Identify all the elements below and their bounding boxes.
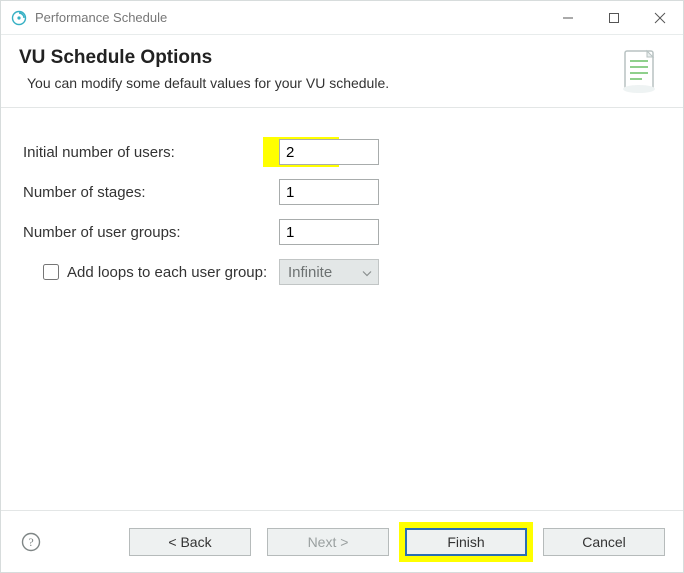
loops-label: Add loops to each user group: — [67, 264, 279, 281]
button-bar: ? < Back Next > Finish Cancel — [1, 510, 683, 572]
header-text-block: VU Schedule Options You can modify some … — [19, 47, 607, 91]
page-heading: VU Schedule Options — [19, 47, 607, 69]
window-title: Performance Schedule — [35, 10, 167, 25]
schedule-doc-icon — [617, 47, 665, 95]
row-initial-users: Initial number of users: — [19, 132, 665, 172]
maximize-button[interactable] — [591, 1, 637, 35]
back-button[interactable]: < Back — [129, 528, 251, 556]
initial-users-input-wrap — [279, 139, 379, 165]
finish-button[interactable]: Finish — [405, 528, 527, 556]
groups-label: Number of user groups: — [19, 224, 279, 241]
next-button-label: Next > — [308, 534, 349, 550]
row-groups: Number of user groups: — [19, 212, 665, 252]
loops-select-value: Infinite — [288, 264, 332, 281]
stages-label: Number of stages: — [19, 184, 279, 201]
minimize-button[interactable] — [545, 1, 591, 35]
chevron-down-icon — [362, 264, 372, 281]
loops-select-wrap: Infinite — [279, 259, 379, 285]
row-stages: Number of stages: — [19, 172, 665, 212]
form-area: Initial number of users: Number of stage… — [1, 108, 683, 510]
initial-users-label: Initial number of users: — [19, 144, 279, 161]
wizard-header: VU Schedule Options You can modify some … — [1, 35, 683, 108]
loops-checkbox[interactable] — [43, 264, 59, 280]
close-button[interactable] — [637, 1, 683, 35]
cancel-button-label: Cancel — [582, 534, 626, 550]
next-button: Next > — [267, 528, 389, 556]
title-bar: Performance Schedule — [1, 1, 683, 35]
finish-button-wrap: Finish — [405, 528, 527, 556]
page-subheading: You can modify some default values for y… — [19, 75, 607, 91]
cancel-button[interactable]: Cancel — [543, 528, 665, 556]
groups-input[interactable] — [279, 219, 379, 245]
dialog-window: Performance Schedule VU Schedule Options… — [0, 0, 684, 573]
row-loops: Add loops to each user group: Infinite — [19, 252, 665, 292]
svg-text:?: ? — [28, 535, 33, 549]
back-button-label: < Back — [168, 534, 211, 550]
help-button[interactable]: ? — [19, 530, 43, 554]
stages-input[interactable] — [279, 179, 379, 205]
loops-select: Infinite — [279, 259, 379, 285]
groups-input-wrap — [279, 219, 379, 245]
finish-button-label: Finish — [447, 534, 484, 550]
app-icon — [11, 10, 27, 26]
stages-input-wrap — [279, 179, 379, 205]
initial-users-input[interactable] — [279, 139, 379, 165]
